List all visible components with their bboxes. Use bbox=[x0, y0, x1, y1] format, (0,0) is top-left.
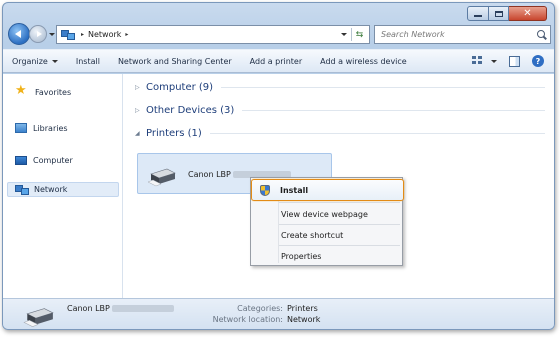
nav-item-label: Libraries bbox=[33, 123, 68, 133]
group-divider bbox=[209, 133, 545, 134]
details-pane: Canon LBP Categories: Printers Network l… bbox=[3, 298, 554, 329]
caption-buttons: ✕ bbox=[467, 6, 547, 21]
menu-item-properties[interactable]: Properties bbox=[253, 246, 400, 266]
expand-icon[interactable]: ▷ bbox=[135, 84, 141, 91]
minimize-button[interactable] bbox=[467, 6, 489, 21]
menu-item-label: Install bbox=[280, 185, 309, 195]
printer-icon bbox=[147, 168, 176, 187]
group-divider bbox=[242, 110, 545, 111]
menu-separator bbox=[279, 202, 400, 203]
nav-item-libraries[interactable]: Libraries bbox=[15, 123, 68, 133]
address-dropdown-icon[interactable] bbox=[341, 33, 347, 36]
address-row: ▸ Network ▸ ⇆ Search Network bbox=[3, 22, 554, 48]
chevron-down-icon bbox=[51, 59, 58, 63]
address-bar[interactable]: ▸ Network ▸ ⇆ bbox=[56, 25, 370, 44]
add-printer-button[interactable]: Add a printer bbox=[250, 57, 302, 66]
command-bar: Organize Install Network and Sharing Cen… bbox=[3, 49, 554, 73]
collapse-icon[interactable]: ◢ bbox=[135, 130, 141, 137]
network-location-label: Network location: bbox=[212, 315, 283, 324]
menu-item-view-device-webpage[interactable]: View device webpage bbox=[253, 204, 400, 224]
group-label: Printers (1) bbox=[146, 128, 202, 139]
organize-label: Organize bbox=[12, 56, 48, 66]
details-name-text: Canon LBP bbox=[67, 304, 110, 313]
add-wireless-device-button[interactable]: Add a wireless device bbox=[320, 57, 407, 66]
menu-item-label: Properties bbox=[281, 251, 322, 261]
breadcrumb-network[interactable]: Network bbox=[88, 30, 121, 39]
close-icon: ✕ bbox=[523, 7, 532, 19]
refresh-button[interactable]: ⇆ bbox=[351, 28, 367, 41]
expand-icon[interactable]: ▷ bbox=[135, 107, 141, 114]
view-options-dropdown[interactable] bbox=[487, 59, 497, 63]
back-button[interactable] bbox=[8, 23, 30, 45]
network-location-value: Network bbox=[287, 315, 321, 324]
view-cell bbox=[472, 56, 476, 59]
search-icon[interactable] bbox=[537, 30, 545, 38]
minimize-icon bbox=[474, 15, 482, 17]
nav-item-computer[interactable]: Computer bbox=[15, 156, 73, 165]
help-icon[interactable]: ? bbox=[532, 55, 544, 67]
organize-menu[interactable]: Organize bbox=[12, 57, 58, 66]
search-box[interactable]: Search Network bbox=[374, 25, 551, 44]
redacted-model-number bbox=[111, 305, 174, 312]
group-printers[interactable]: ◢ Printers (1) bbox=[135, 128, 545, 139]
chevron-down-icon bbox=[491, 59, 497, 63]
nav-item-label: Favorites bbox=[35, 87, 72, 97]
nav-item-label: Network bbox=[34, 185, 68, 194]
view-cell bbox=[478, 61, 482, 64]
maximize-button[interactable] bbox=[489, 6, 509, 21]
group-computer[interactable]: ▷ Computer (9) bbox=[135, 82, 545, 93]
libraries-icon bbox=[15, 123, 27, 133]
network-sharing-center-button[interactable]: Network and Sharing Center bbox=[118, 57, 232, 66]
close-button[interactable]: ✕ bbox=[509, 6, 547, 21]
navigation-pane: Favorites Libraries Computer Network bbox=[3, 74, 123, 298]
group-other-devices[interactable]: ▷ Other Devices (3) bbox=[135, 105, 545, 116]
recent-pages-dropdown[interactable] bbox=[49, 33, 55, 36]
menu-item-label: View device webpage bbox=[281, 209, 368, 219]
categories-value: Printers bbox=[287, 304, 318, 313]
view-cell bbox=[472, 61, 476, 64]
group-divider bbox=[221, 87, 545, 88]
printer-icon bbox=[23, 308, 54, 327]
printer-name-text: Canon LBP bbox=[188, 170, 231, 179]
menu-item-create-shortcut[interactable]: Create shortcut bbox=[253, 225, 400, 245]
view-controls: ? bbox=[472, 55, 544, 67]
categories-label: Categories: bbox=[237, 304, 283, 313]
group-label: Computer (9) bbox=[146, 82, 214, 93]
group-label: Other Devices (3) bbox=[146, 105, 235, 116]
view-cell bbox=[478, 56, 482, 59]
network-icon bbox=[15, 184, 29, 195]
explorer-window: ✕ ▸ Network ▸ ⇆ Search Network Organize … bbox=[2, 2, 555, 330]
search-input[interactable]: Search Network bbox=[381, 30, 445, 39]
maximize-icon bbox=[494, 10, 503, 17]
star-icon bbox=[15, 83, 29, 98]
nav-item-label: Computer bbox=[33, 156, 73, 165]
menu-item-install[interactable]: Install bbox=[251, 179, 404, 201]
install-button[interactable]: Install bbox=[76, 57, 100, 66]
details-device-name: Canon LBP bbox=[67, 304, 174, 313]
network-icon bbox=[61, 30, 75, 40]
forward-button[interactable] bbox=[29, 25, 47, 43]
uac-shield-icon bbox=[260, 185, 270, 196]
breadcrumb-separator[interactable]: ▸ bbox=[125, 31, 128, 38]
menu-item-label: Create shortcut bbox=[281, 230, 344, 240]
context-menu: Install View device webpage Create short… bbox=[250, 177, 404, 266]
refresh-icon: ⇆ bbox=[355, 29, 364, 40]
nav-item-favorites[interactable]: Favorites bbox=[15, 83, 72, 98]
change-view-icon[interactable] bbox=[472, 56, 484, 66]
breadcrumb-separator[interactable]: ▸ bbox=[81, 31, 84, 38]
preview-pane-icon[interactable] bbox=[509, 55, 520, 67]
computer-icon bbox=[15, 156, 27, 165]
nav-item-network[interactable]: Network bbox=[7, 182, 119, 197]
